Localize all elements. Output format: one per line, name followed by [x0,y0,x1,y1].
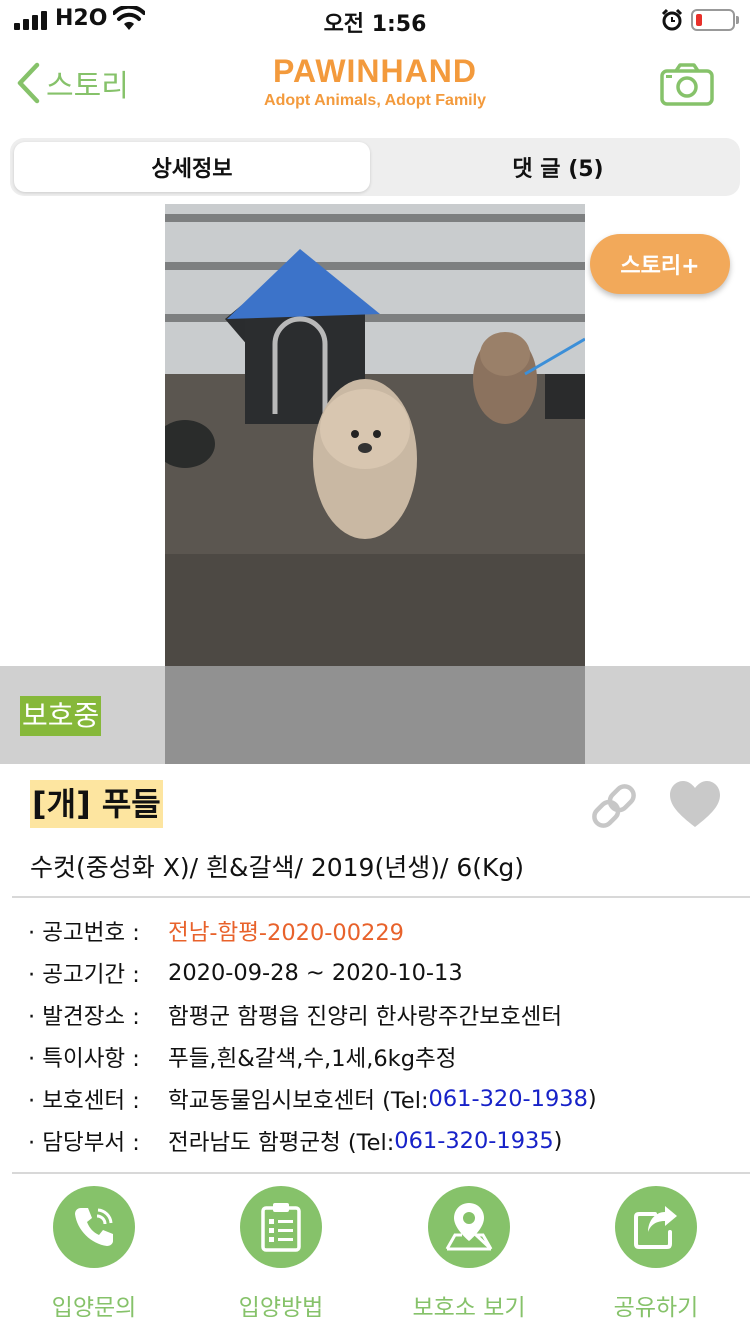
app-logo: PAWINHAND Adopt Animals, Adopt Family [0,53,750,110]
action-label: 공유하기 [613,1295,699,1321]
department-phone-link[interactable]: 061-320-1935 [394,1128,553,1154]
action-label: 입양문의 [51,1295,137,1321]
divider [12,896,750,898]
animal-title: [개] 푸들 [30,780,163,828]
info-label: · 발견장소 : [28,1004,140,1030]
notice-number: 전남-함평-2020-00229 [168,920,404,946]
special-notes: 푸들,흰&갈색,수,1세,6kg추정 [168,1046,457,1072]
shelter-name: 학교동물임시보호센터 (Tel: [168,1088,429,1114]
adoption-method-button[interactable]: 입양방법 [196,1186,366,1322]
clock: 오전 1:56 [323,12,427,37]
phone-icon [53,1186,135,1268]
info-list: · 공고번호 : 전남-함평-2020-00229 · 공고기간 : 2020-… [28,910,738,1162]
info-label: · 보호센터 : [28,1088,140,1114]
logo-title: PAWINHAND [273,53,477,89]
adoption-inquiry-button[interactable]: 입양문의 [9,1186,179,1322]
department-name: 전라남도 함평군청 (Tel: [168,1130,395,1156]
tab-details[interactable]: 상세정보 [14,142,370,192]
logo-subtitle: Adopt Animals, Adopt Family [264,92,486,109]
info-label: · 담당부서 : [28,1130,140,1156]
divider [12,1172,750,1174]
info-row-period: · 공고기간 : 2020-09-28 ~ 2020-10-13 [28,952,738,994]
status-bar: H2O 오전 1:56 [0,0,750,40]
action-label: 입양방법 [238,1295,324,1321]
info-row-shelter: · 보호센터 : 학교동물임시보호센터 (Tel: 061-320-1938 ) [28,1078,738,1120]
status-strip-overlay [165,666,585,764]
tab-comments[interactable]: 댓 글 (5) [380,142,736,192]
info-label: · 공고기간 : [28,962,140,988]
info-label: · 공고번호 : [28,920,140,946]
heart-icon[interactable] [668,778,722,832]
shelter-phone-link[interactable]: 061-320-1938 [429,1086,588,1112]
shelter-close: ) [587,1086,597,1112]
animal-summary: 수컷(중성화 X)/ 흰&갈색/ 2019(년생)/ 6(Kg) [30,853,524,882]
link-icon[interactable] [588,780,640,832]
map-pin-icon [428,1186,510,1268]
checklist-icon [240,1186,322,1268]
segmented-tabs: 상세정보 댓 글 (5) [10,138,740,196]
info-row-found-place: · 발견장소 : 함평군 함평읍 진양리 한사랑주간보호센터 [28,994,738,1036]
action-bar: 입양문의 입양방법 보호소 보기 공유하기 [0,1176,750,1334]
info-label: · 특이사항 : [28,1046,140,1072]
share-icon [615,1186,697,1268]
status-badge: 보호중 [20,696,102,736]
view-shelter-button[interactable]: 보호소 보기 [384,1186,554,1322]
info-row-special: · 특이사항 : 푸들,흰&갈색,수,1세,6kg추정 [28,1036,738,1078]
story-plus-button[interactable]: 스토리+ [590,234,730,294]
alarm-icon [661,8,683,31]
department-close: ) [553,1128,563,1154]
info-row-department: · 담당부서 : 전라남도 함평군청 (Tel: 061-320-1935 ) [28,1120,738,1162]
camera-icon[interactable] [660,63,714,107]
share-button[interactable]: 공유하기 [571,1186,741,1322]
nav-header: 스토리 PAWINHAND Adopt Animals, Adopt Famil… [0,45,750,125]
action-label: 보호소 보기 [412,1295,526,1321]
found-place: 함평군 함평읍 진양리 한사랑주간보호센터 [168,1004,563,1030]
notice-period: 2020-09-28 ~ 2020-10-13 [168,960,463,986]
info-row-notice-no: · 공고번호 : 전남-함평-2020-00229 [28,910,738,952]
battery-icon [691,9,739,31]
